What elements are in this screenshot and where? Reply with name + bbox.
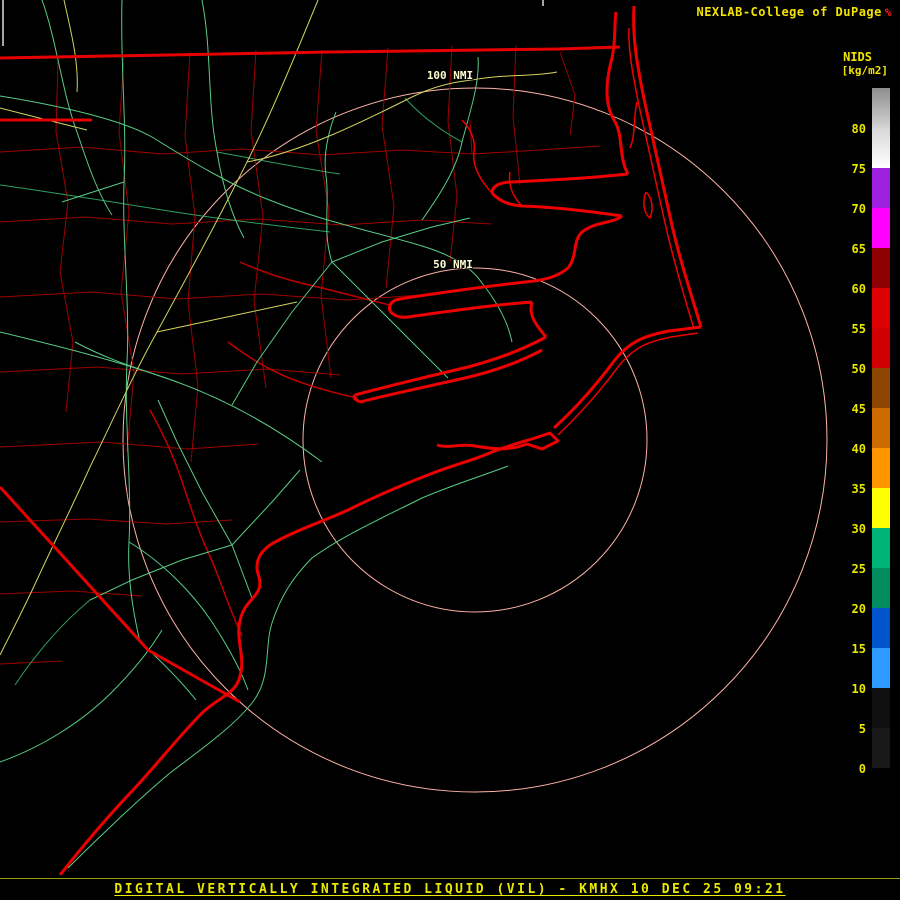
brand-text: NEXLAB-College of DuPage (696, 5, 882, 19)
colorbar-color-block (872, 528, 890, 568)
colorbar-segment: 25 (830, 528, 890, 576)
footer-caption-bar: DIGITAL VERTICALLY INTEGRATED LIQUID (VI… (0, 878, 900, 897)
range-ring-label-50nmi: 50 NMI (433, 258, 473, 271)
colorbar-segment: 65 (830, 208, 890, 256)
cod-logo-icon: % (884, 6, 892, 19)
colorbar-color-block (872, 328, 890, 368)
colorbar-color-block (872, 568, 890, 608)
colorbar-segment: 40 (830, 408, 890, 456)
colorbar-color-block (872, 208, 890, 248)
colorbar-color-block (872, 608, 890, 648)
frame-ticks (2, 0, 544, 46)
colorbar-segment: 70 (830, 168, 890, 216)
colorbar-segment: 75 (830, 128, 890, 176)
colorbar-segment: 30 (830, 488, 890, 536)
colorbar-color-block (872, 368, 890, 408)
range-rings (122, 87, 828, 793)
coastline (58, 5, 703, 875)
colorbar-color-block (872, 408, 890, 448)
colorbar-color-block (872, 88, 890, 128)
colorbar-color-block (872, 648, 890, 688)
colorbar-segment: 50 (830, 328, 890, 376)
colorbar-segment: 15 (830, 608, 890, 656)
colorbar-segment: 55 (830, 288, 890, 336)
radar-map-canvas (0, 0, 828, 875)
colorbar-color-block (872, 688, 890, 728)
colorbar-color-block (872, 128, 890, 168)
colorbar-segment: 80 (830, 88, 890, 136)
colorbar: 80 75 70 65 60 55 50 45 40 35 30 25 20 15 10 5 0 (830, 88, 890, 776)
colorbar-segment: 0 (830, 728, 890, 776)
colorbar-segment: 5 (830, 688, 890, 736)
colorbar-segment: 60 (830, 248, 890, 296)
colorbar-tick-label: 0 (858, 762, 866, 776)
range-ring-label-100nmi: 100 NMI (426, 69, 474, 82)
colorbar-segment: 45 (830, 368, 890, 416)
radar-display: NEXLAB-College of DuPage% NIDS [kg/m2] 1… (0, 0, 900, 900)
colorbar-color-block (872, 728, 890, 768)
colorbar-color-block (872, 448, 890, 488)
units-label: [kg/m2] (841, 64, 888, 77)
colorbar-color-block (872, 288, 890, 328)
footer-caption: DIGITAL VERTICALLY INTEGRATED LIQUID (VI… (114, 882, 786, 897)
colorbar-color-block (872, 488, 890, 528)
colorbar-segment: 35 (830, 448, 890, 496)
colorbar-color-block (872, 168, 890, 208)
footer-divider (0, 878, 900, 879)
colorbar-segment: 10 (830, 648, 890, 696)
roads-primary (0, 0, 513, 869)
product-label: NIDS (843, 50, 872, 64)
colorbar-color-block (872, 248, 890, 288)
colorbar-segment: 20 (830, 568, 890, 616)
header-brand: NEXLAB-College of DuPage% (696, 5, 892, 19)
